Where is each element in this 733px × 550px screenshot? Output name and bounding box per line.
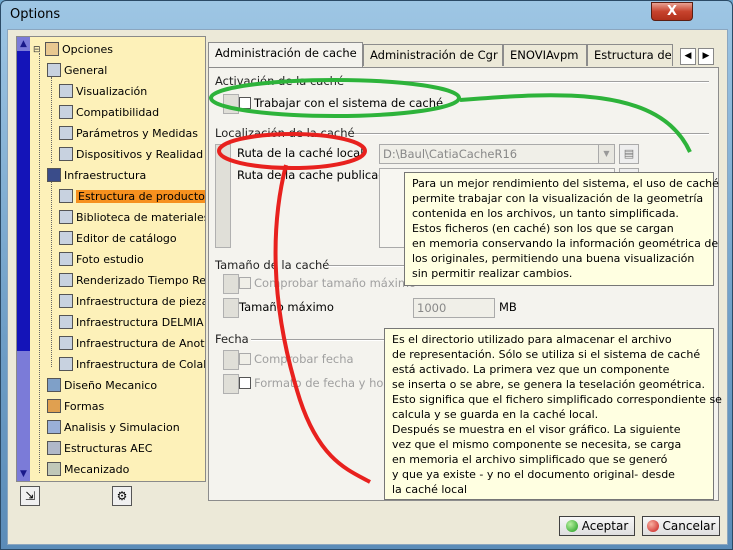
tree-item-infra-piezas[interactable]: Infraestructura de piezas (59, 293, 205, 311)
ok-icon (565, 520, 578, 532)
options-tree: ▲ ▼ ⊟ Opciones General Visualización Com… (16, 36, 206, 482)
analysis-icon (47, 420, 61, 434)
dialog-client-area: ▲ ▼ ⊟ Opciones General Visualización Com… (7, 29, 728, 545)
options-icon (45, 42, 59, 56)
date-format-checkbox[interactable]: Formato de fecha y hora (239, 376, 395, 390)
ok-button[interactable]: Aceptar (559, 516, 635, 536)
tab-administracion-cache[interactable]: Administración de cache (208, 42, 363, 68)
scroll-thumb[interactable] (17, 51, 30, 351)
mechanical-design-icon (47, 378, 61, 392)
scroll-down-icon[interactable]: ▼ (18, 468, 29, 480)
window-title: Options (10, 7, 61, 22)
checkbox-box[interactable] (239, 97, 251, 109)
machining-icon (47, 462, 61, 476)
cancel-button[interactable]: Cancelar (642, 516, 720, 536)
lock-icon (223, 374, 239, 394)
tree-item-editor-catalogo[interactable]: Editor de catálogo (59, 230, 177, 248)
tab-scroll-left-icon[interactable]: ◀ (680, 48, 696, 65)
tab-administracion-cgr[interactable]: Administración de Cgr (363, 44, 503, 66)
cancel-icon (646, 520, 659, 532)
local-cache-path-combo[interactable]: D:\Baul\CatiaCacheR16 ▼ (379, 144, 615, 164)
aec-icon (47, 441, 61, 455)
parameters-icon (59, 126, 73, 140)
chevron-down-icon[interactable]: ▼ (598, 145, 614, 163)
local-cache-label: Ruta de la caché local (237, 146, 364, 160)
checkbox-box[interactable] (239, 377, 251, 389)
delmia-icon (59, 315, 73, 329)
collaboration-icon (59, 357, 73, 371)
tree-root[interactable]: ⊟ Opciones (33, 41, 113, 59)
checkbox-box[interactable] (239, 353, 251, 365)
max-size-input[interactable]: 1000 (413, 298, 495, 318)
material-library-icon (59, 210, 73, 224)
annotation-icon (59, 336, 73, 350)
tab-estructura-producto[interactable]: Estructura de p (587, 44, 673, 66)
local-path-info-tooltip: Es el directorio utilizado para almacena… (384, 328, 722, 500)
scroll-up-icon[interactable]: ▲ (18, 38, 29, 50)
size-unit-label: MB (499, 300, 517, 314)
section-size-title: Tamaño de la caché (215, 258, 330, 272)
section-activation-title: Activación de la caché (215, 74, 345, 88)
part-infrastructure-icon (59, 294, 73, 308)
tab-scroll-right-icon[interactable]: ▶ (698, 48, 714, 65)
tree-item-estructuras-aec[interactable]: Estructuras AEC (47, 440, 152, 458)
general-icon (47, 63, 61, 77)
tree-item-estructura-producto[interactable]: Estructura de producto (59, 188, 205, 206)
tree-item-mecanizado[interactable]: Mecanizado (47, 461, 129, 479)
infrastructure-icon (47, 168, 61, 182)
tree-item-analisis[interactable]: Analisis y Simulacion (47, 419, 180, 437)
lock-icon (215, 144, 231, 248)
photo-studio-icon (59, 252, 73, 266)
tree-item-biblioteca[interactable]: Biblioteca de materiales (59, 209, 205, 227)
tree-tool-button-1[interactable]: ⇲ (20, 486, 40, 506)
tree-item-infra-anotac[interactable]: Infraestructura de Anotac (59, 335, 205, 353)
rendering-icon (59, 273, 73, 287)
title-bar[interactable]: Options X (1, 1, 732, 29)
tree-item-renderizado[interactable]: Renderizado Tiempo Rea (59, 272, 205, 290)
check-date-checkbox[interactable]: Comprobar fecha (239, 352, 354, 366)
browse-folder-button[interactable]: ▤ (619, 144, 639, 164)
product-structure-icon (59, 189, 73, 203)
tree-config-icon: ⚙ (116, 489, 128, 503)
tree-item-foto-estudio[interactable]: Foto estudio (59, 251, 144, 269)
shapes-icon (47, 399, 61, 413)
tab-strip: Administración de cache Administración d… (208, 42, 698, 68)
lock-icon (223, 298, 239, 318)
check-max-size-checkbox[interactable]: Comprobar tamaño máximo (239, 276, 416, 290)
tree-item-compatibilidad[interactable]: Compatibilidad (59, 104, 159, 122)
section-date-title: Fecha (215, 332, 249, 346)
tree-item-diseno-mecanico[interactable]: Diseño Mecanico (47, 377, 157, 395)
divider (339, 81, 709, 83)
options-window: Options X ▲ ▼ ⊟ Opciones General Visuali… (0, 0, 733, 550)
lock-icon (223, 350, 239, 370)
lock-icon (223, 274, 239, 294)
collapse-icon[interactable]: ⊟ (33, 41, 41, 59)
tab-enoviavpm[interactable]: ENOVIAvpm (503, 44, 587, 66)
tree-item-visualizacion[interactable]: Visualización (59, 83, 147, 101)
divider (354, 133, 709, 135)
compatibility-icon (59, 105, 73, 119)
display-icon (59, 84, 73, 98)
tree-item-dispositivos[interactable]: Dispositivos y Realidad V (59, 146, 205, 164)
section-location-title: Localización de la caché (215, 126, 355, 140)
checkbox-box[interactable] (239, 277, 251, 289)
published-cache-label: Ruta de la cache publicada (237, 168, 393, 182)
folder-icon: ▤ (623, 147, 635, 160)
tree-item-formas[interactable]: Formas (47, 398, 104, 416)
tree-item-general[interactable]: General (47, 62, 107, 80)
catalog-editor-icon (59, 231, 73, 245)
lock-icon (223, 94, 239, 114)
tree-item-infra-delmia[interactable]: Infraestructura DELMIA (59, 314, 204, 332)
tree-scrollbar[interactable]: ▲ ▼ (17, 37, 30, 481)
close-button[interactable]: X (651, 2, 693, 21)
tree-item-infra-colabor[interactable]: Infraestructura de Colabor (59, 356, 205, 374)
devices-icon (59, 147, 73, 161)
tree-item-infraestructura[interactable]: Infraestructura (47, 167, 146, 185)
use-cache-checkbox[interactable]: Trabajar con el sistema de caché (239, 96, 443, 110)
tree-tool-icon: ⇲ (24, 489, 36, 503)
cache-info-tooltip: Para un mejor rendimiento del sistema, e… (404, 172, 719, 286)
tree-item-parametros[interactable]: Parámetros y Medidas (59, 125, 198, 143)
tree-tool-button-2[interactable]: ⚙ (112, 486, 132, 506)
max-size-label: Tamaño máximo (239, 300, 334, 314)
